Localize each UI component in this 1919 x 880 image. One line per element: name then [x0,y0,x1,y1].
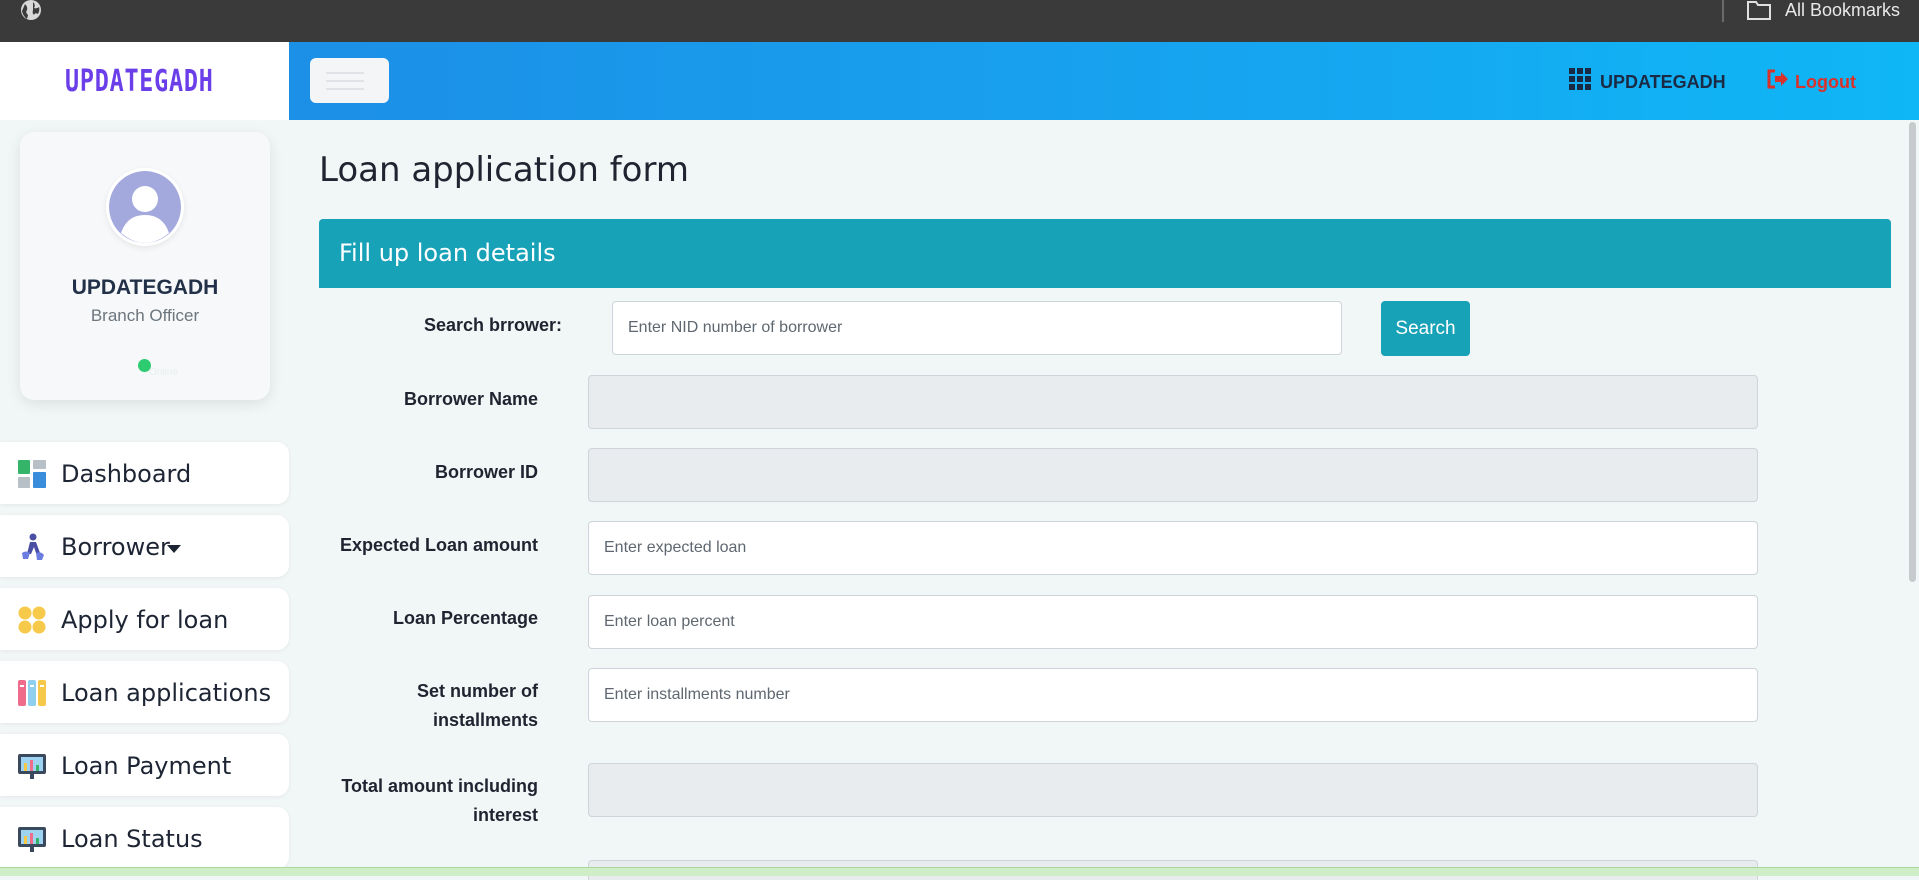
installments-label-line2: installments [432,710,538,730]
search-borrower-label: Search brrower: [423,315,562,335]
borrower-name-label: Borrower Name [403,389,538,409]
user-avatar-icon [109,171,181,243]
sidebar-item-label: Loan Payment [61,752,232,780]
main-content: Loan application form Fill up loan detai… [289,120,1919,880]
logout-link[interactable]: Logout [1795,72,1856,93]
all-bookmarks-link[interactable]: All Bookmarks [1785,0,1900,20]
avatar [106,168,184,246]
loan-percentage-input[interactable] [588,595,1758,649]
profile-role: Branch Officer [90,306,200,325]
sidebar-item-loan-applications[interactable]: Loan applications [0,661,289,723]
total-amount-label-line1: Total amount including [341,776,538,796]
profile-name: UPDATEGADH [71,276,219,299]
page-title: Loan application form [319,150,689,190]
sidebar-item-dashboard[interactable]: Dashboard [0,442,289,504]
borrower-id-label: Borrower ID [434,462,538,482]
profile-card: UPDATEGADH Branch Officer Online [20,132,270,400]
folder-icon[interactable] [1746,0,1772,22]
bookmarks-separator [1722,0,1724,22]
hamburger-icon [326,72,364,74]
total-amount-label-line2: interest [472,805,538,825]
borrower-name-field [588,375,1758,429]
search-borrower-input[interactable] [612,301,1342,355]
loan-payment-icon [18,754,46,779]
sidebar-item-label: Borrower [61,533,170,561]
dashboard-icon [18,460,46,488]
sidebar-item-label: Loan applications [61,679,272,707]
hamburger-icon-bar [326,88,364,90]
loan-status-icon [18,827,46,852]
card-title: Fill up loan details [339,239,556,267]
expected-loan-label: Expected Loan amount [339,535,538,555]
brand-logo: UPDATEGADH [65,63,214,99]
loan-percentage-label: Loan Percentage [392,608,538,628]
globe-icon[interactable] [19,0,43,22]
sidebar: UPDATEGADH Branch Officer Online Dashboa… [0,120,289,875]
loan-applications-icon [18,680,46,706]
brand-logo-area[interactable]: UPDATEGADH [0,42,289,120]
card-header: Fill up loan details [319,219,1891,288]
total-amount-field [588,763,1758,817]
logout-icon[interactable] [1767,69,1789,89]
sidebar-item-label: Dashboard [61,460,192,488]
installments-input[interactable] [588,668,1758,722]
sidebar-item-loan-payment[interactable]: Loan Payment [0,734,289,796]
hamburger-icon-bar [326,80,364,82]
sidebar-item-label: Apply for loan [61,606,229,634]
search-button[interactable]: Search [1381,301,1470,356]
total-amount-label: Total amount including interest [278,772,538,830]
sidebar-item-borrower[interactable]: Borrower [0,515,289,577]
scrollbar-thumb[interactable] [1909,122,1916,582]
borrower-icon [22,533,44,560]
online-status-text: Online [149,367,178,378]
chevron-down-icon [167,545,181,553]
app-name-link[interactable]: UPDATEGADH [1600,72,1726,93]
installments-label: Set number of installments [278,677,538,735]
top-navbar: UPDATEGADH Logout [289,42,1919,120]
sidebar-item-label: Loan Status [61,825,203,853]
menu-toggle-button[interactable] [310,58,389,103]
apply-loan-icon [18,606,46,634]
sidebar-item-apply-for-loan[interactable]: Apply for loan [0,588,289,650]
sidebar-item-loan-status[interactable]: Loan Status [0,807,289,869]
expected-loan-input[interactable] [588,521,1758,575]
installments-label-line1: Set number of [416,681,538,701]
borrower-id-field [588,448,1758,502]
browser-bookmarks-bar: All Bookmarks [0,0,1919,42]
apps-grid-icon [1569,68,1591,90]
